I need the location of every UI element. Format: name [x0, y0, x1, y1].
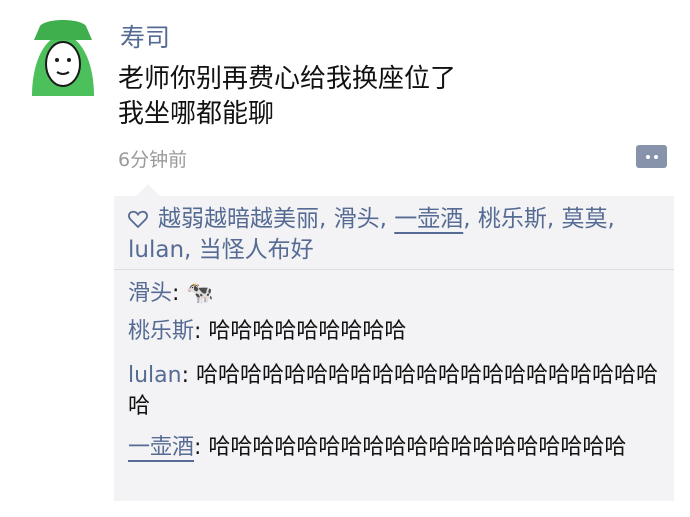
comment-text: 哈哈哈哈哈哈哈哈哈哈哈哈哈哈哈哈哈哈哈	[208, 435, 627, 460]
post-timestamp: 6分钟前	[118, 149, 188, 171]
comment-author[interactable]: 桃乐斯	[128, 319, 194, 344]
panel-arrow	[136, 184, 160, 196]
comment-author[interactable]: 一壶酒	[128, 435, 194, 460]
post-content: 老师你别再费心给我换座位了 我坐哪都能聊	[118, 62, 456, 132]
more-actions-button[interactable]	[636, 145, 667, 168]
like-name[interactable]: 越弱越暗越美丽	[158, 206, 319, 232]
comment-item[interactable]: 滑头: 🐄	[128, 278, 663, 309]
comment-text: 哈哈哈哈哈哈哈哈哈	[208, 319, 407, 344]
post-line: 我坐哪都能聊	[118, 99, 275, 129]
divider	[114, 269, 674, 270]
comment-author[interactable]: 滑头	[128, 281, 172, 306]
post-line: 老师你别再费心给我换座位了	[118, 64, 457, 94]
likes-list: 越弱越暗越美丽, 滑头, 一壶酒, 桃乐斯, 莫莫, lulan, 当怪人布好	[128, 206, 615, 263]
post-author-name[interactable]: 寿司	[120, 18, 170, 54]
comment-item[interactable]: 桃乐斯: 哈哈哈哈哈哈哈哈哈	[128, 316, 663, 347]
like-name[interactable]: 桃乐斯	[478, 206, 547, 232]
like-name[interactable]: 滑头	[334, 206, 380, 232]
like-name[interactable]: lulan	[128, 237, 184, 263]
avatar[interactable]	[22, 16, 104, 98]
interaction-panel: 越弱越暗越美丽, 滑头, 一壶酒, 桃乐斯, 莫莫, lulan, 当怪人布好 …	[114, 196, 674, 501]
comment-text: 哈哈哈哈哈哈哈哈哈哈哈哈哈哈哈哈哈哈哈哈哈哈	[128, 363, 659, 419]
comment-item[interactable]: lulan: 哈哈哈哈哈哈哈哈哈哈哈哈哈哈哈哈哈哈哈哈哈哈	[128, 360, 663, 422]
heart-icon	[128, 210, 148, 228]
comment-author[interactable]: lulan	[128, 363, 182, 388]
like-name[interactable]: 一壶酒	[394, 206, 463, 232]
comment-item[interactable]: 一壶酒: 哈哈哈哈哈哈哈哈哈哈哈哈哈哈哈哈哈哈哈	[128, 432, 663, 463]
comment-text: 🐄	[186, 281, 214, 306]
like-name[interactable]: 莫莫	[562, 206, 608, 232]
like-name[interactable]: 当怪人布好	[199, 237, 314, 263]
